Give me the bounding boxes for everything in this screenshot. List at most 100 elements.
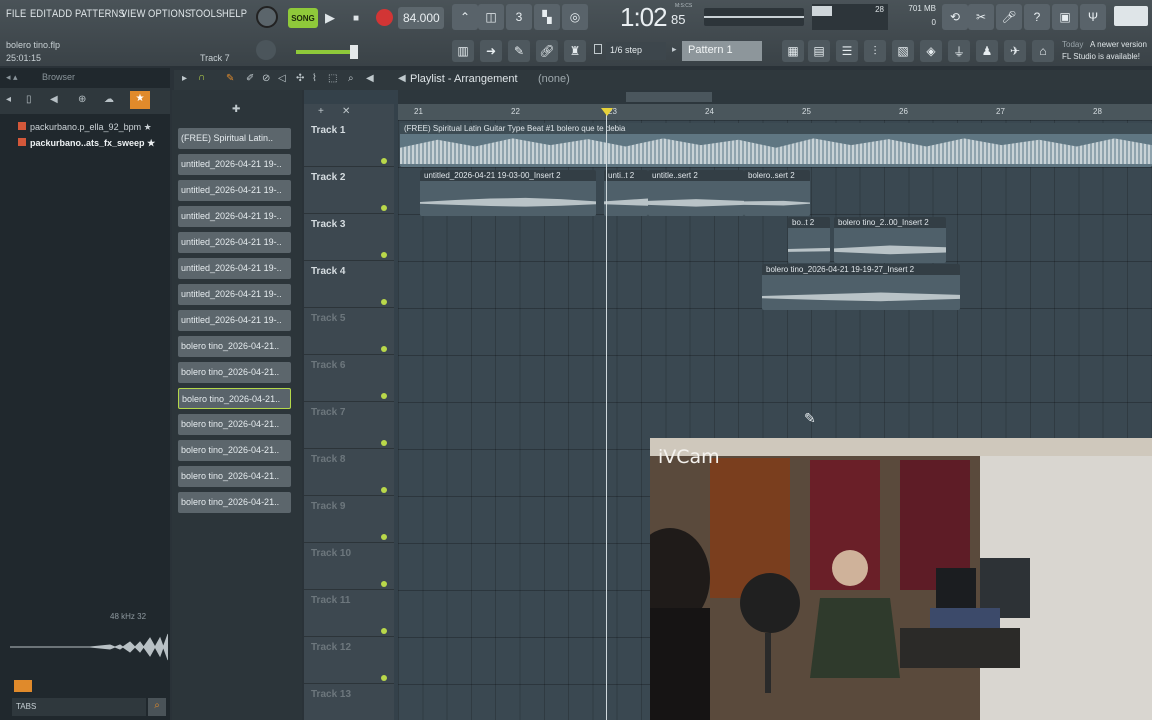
menu-edit[interactable]: EDIT xyxy=(30,8,52,20)
plug-icon[interactable]: ⏚ xyxy=(948,40,970,62)
file-icon[interactable]: ▯ xyxy=(26,94,32,105)
wait-input-icon[interactable]: ◫ xyxy=(478,4,504,30)
track-header[interactable]: Track 5 xyxy=(304,308,394,355)
pattern-item[interactable]: bolero tino_2026-04-21.. xyxy=(178,414,291,435)
track-header[interactable]: Track 6 xyxy=(304,355,394,402)
add-pattern-icon[interactable]: ✚ xyxy=(232,104,240,115)
menu-options[interactable]: OPTIONS xyxy=(148,8,191,20)
track-mute-led[interactable] xyxy=(381,675,387,681)
link-icon[interactable]: 🔗︎ xyxy=(536,40,558,62)
audio-clip[interactable]: bo..t 2 xyxy=(788,217,830,263)
scrollbar-thumb[interactable] xyxy=(626,92,712,102)
timeline-ruler[interactable]: 21 22 23 24 25 26 27 28 xyxy=(398,104,1152,120)
plugin-picker[interactable] xyxy=(1114,6,1148,26)
cut-icon[interactable]: ✂ xyxy=(968,4,994,30)
send-icon[interactable]: ✈ xyxy=(1004,40,1026,62)
piano-icon[interactable]: ▥ xyxy=(452,40,474,62)
save-icon[interactable]: ▣ xyxy=(1052,4,1078,30)
menu-file[interactable]: FILE xyxy=(6,8,26,20)
step-edit-icon[interactable]: ▚ xyxy=(534,4,560,30)
pattern-item[interactable]: untitled_2026-04-21 19-.. xyxy=(178,284,291,305)
track-mute-led[interactable] xyxy=(381,158,387,164)
track-header[interactable]: Track 9 xyxy=(304,496,394,543)
browser-icon[interactable]: ▧ xyxy=(892,40,914,62)
audio-clip[interactable]: bolero tino_2026-04-21 19-19-27_Insert 2 xyxy=(762,264,960,310)
tempo-display[interactable]: 84.000 xyxy=(398,7,444,29)
track-mute-led[interactable] xyxy=(381,440,387,446)
audio-clip[interactable]: unti..t 2 xyxy=(604,170,648,216)
master-pitch-knob[interactable] xyxy=(256,40,276,60)
menu-tools[interactable]: TOOLS xyxy=(190,8,222,20)
tabs-search[interactable]: TABS xyxy=(12,698,146,716)
stamp-icon[interactable]: ♜ xyxy=(564,40,586,62)
pencil-icon[interactable]: ✎ xyxy=(508,40,530,62)
track-header[interactable]: Track 10 xyxy=(304,543,394,590)
audio-clip[interactable]: (FREE) Spiritual Latin Guitar Type Beat … xyxy=(400,123,1152,167)
add-track-icon[interactable]: + xyxy=(318,106,324,117)
slip-tool-icon[interactable]: ✣ xyxy=(296,73,304,84)
help-icon[interactable]: ? xyxy=(1024,4,1050,30)
browser-arrows[interactable]: ◂ ▴ xyxy=(6,72,18,83)
recent-icon[interactable]: ⟲ xyxy=(942,4,968,30)
audio-clip[interactable]: untitle..sert 2 xyxy=(648,170,744,216)
draw-tool-icon[interactable]: ✎ xyxy=(226,73,234,84)
track-header[interactable]: Track 2 xyxy=(304,167,394,214)
track-mute-led[interactable] xyxy=(381,252,387,258)
news-line-2[interactable]: FL Studio is available! xyxy=(1062,52,1140,61)
song-mode-toggle[interactable]: SONG xyxy=(288,8,318,28)
pattern-selector[interactable]: Pattern 1 xyxy=(682,41,762,61)
track-mute-led[interactable] xyxy=(381,346,387,352)
countdown-icon[interactable]: 3 xyxy=(506,4,532,30)
metronome-icon[interactable]: ⌃ xyxy=(452,4,478,30)
track-header[interactable]: Track 8 xyxy=(304,449,394,496)
delete-tool-icon[interactable]: ⊘ xyxy=(262,73,270,84)
magnet-icon[interactable]: ∩ xyxy=(198,72,205,83)
pattern-item[interactable]: untitled_2026-04-21 19-.. xyxy=(178,310,291,331)
horizontal-scrollbar[interactable] xyxy=(398,90,1152,104)
pattern-item[interactable]: (FREE) Spiritual Latin.. xyxy=(178,128,291,149)
pattern-item[interactable]: untitled_2026-04-21 19-.. xyxy=(178,258,291,279)
master-volume-slider[interactable] xyxy=(296,50,358,54)
slice-tool-icon[interactable]: ⌇ xyxy=(312,73,317,84)
audio-clip[interactable]: untitled_2026-04-21 19-03-00_Insert 2 xyxy=(420,170,596,216)
favorites-icon[interactable]: ★ xyxy=(130,91,150,109)
browser-item[interactable]: packurbano..ats_fx_sweep ★ xyxy=(18,138,168,149)
snap-magnet-icon[interactable] xyxy=(594,44,602,54)
track-mute-led[interactable] xyxy=(381,487,387,493)
playlist-icon[interactable]: ▦ xyxy=(782,40,804,62)
mixer-icon[interactable]: ⫶ xyxy=(864,40,886,62)
back-icon[interactable]: ◂ xyxy=(6,94,11,105)
track-mute-led[interactable] xyxy=(381,299,387,305)
select-tool-icon[interactable]: ⬚ xyxy=(328,73,337,84)
playback-tool-icon[interactable]: ◀ xyxy=(366,73,374,84)
pattern-item[interactable]: bolero tino_2026-04-21.. xyxy=(178,466,291,487)
audio-clip[interactable]: bolero tino_2..00_Insert 2 xyxy=(834,217,946,263)
audio-clip[interactable]: bolero..sert 2 xyxy=(744,170,810,216)
pattern-item[interactable]: untitled_2026-04-21 19-.. xyxy=(178,154,291,175)
menu-help[interactable]: HELP xyxy=(222,8,247,20)
track-mute-led[interactable] xyxy=(381,393,387,399)
menu-patterns[interactable]: PATTERNS xyxy=(75,8,125,20)
channel-rack-icon[interactable]: ☰ xyxy=(836,40,858,62)
arrow-icon[interactable]: ➜ xyxy=(480,40,502,62)
track-header[interactable]: Track 13 xyxy=(304,684,394,720)
pattern-item[interactable]: bolero tino_2026-04-21.. xyxy=(178,440,291,461)
pattern-item[interactable]: bolero tino_2026-04-21.. xyxy=(178,492,291,513)
track-header[interactable]: Track 11 xyxy=(304,590,394,637)
master-volume-knob[interactable] xyxy=(256,6,278,28)
track-header[interactable]: Track 1 xyxy=(304,120,394,167)
playlist-options-icon[interactable]: ▸ xyxy=(182,73,187,84)
playhead-marker-icon[interactable] xyxy=(601,108,613,116)
pattern-item[interactable]: untitled_2026-04-21 19-.. xyxy=(178,232,291,253)
microphone-icon[interactable]: 🎤︎ xyxy=(996,4,1022,30)
pattern-item[interactable]: bolero tino_2026-04-21.. xyxy=(178,336,291,357)
plugin-db-icon[interactable]: ⊕ xyxy=(78,94,86,105)
mute-tool-icon[interactable]: ◁ xyxy=(278,73,286,84)
preview-play-icon[interactable] xyxy=(14,680,32,692)
cloud-icon[interactable]: ☁ xyxy=(104,94,114,105)
paint-tool-icon[interactable]: ✐ xyxy=(246,73,254,84)
track-mute-led[interactable] xyxy=(381,581,387,587)
pattern-item[interactable]: untitled_2026-04-21 19-.. xyxy=(178,180,291,201)
track-mute-led[interactable] xyxy=(381,534,387,540)
speaker-icon[interactable]: ◀ xyxy=(50,94,58,105)
